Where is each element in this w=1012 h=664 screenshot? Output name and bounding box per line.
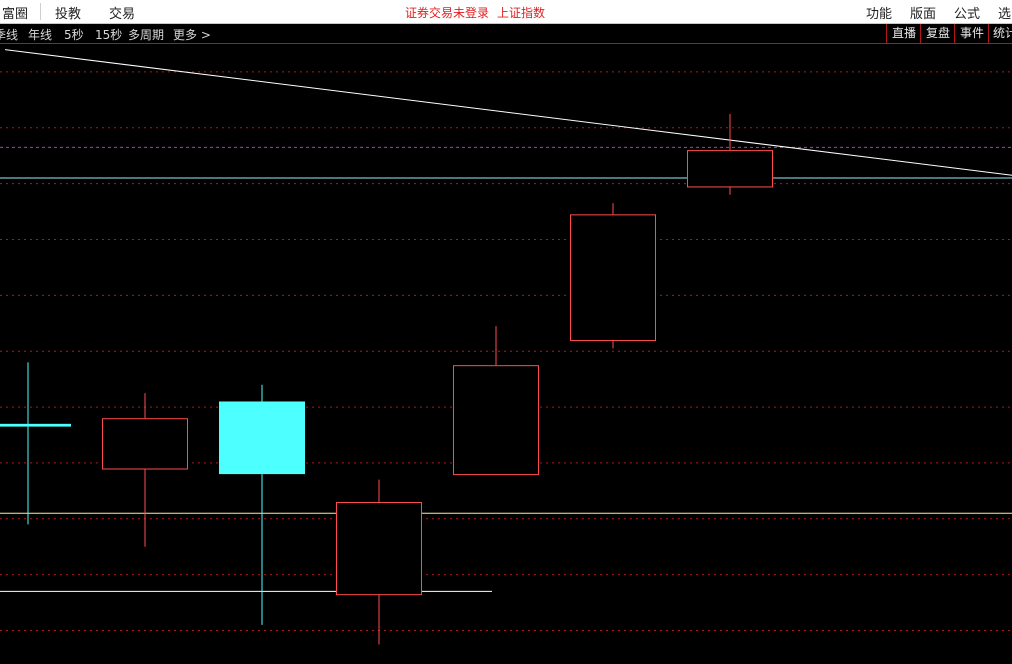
candlestick-chart[interactable] [0,44,1012,664]
trade-login-status[interactable]: 证券交易未登录 [405,4,489,21]
candle-body-up [336,502,422,596]
menu-investor-education[interactable]: 投教 [55,3,81,22]
menu-trade[interactable]: 交易 [109,3,135,22]
events-button[interactable]: 事件 [954,24,989,43]
menu-layout[interactable]: 版面 [910,3,936,22]
period-toolbar: 季线 年线 5秒 15秒 多周期 更多 > 直播 复盘 事件 统计 [0,24,1012,44]
menu-select[interactable]: 选 [998,3,1011,22]
candle-body-up [453,365,539,476]
period-year[interactable]: 年线 [28,26,52,43]
trend-line [4,49,1012,176]
candle-body-down [219,401,305,475]
menu-formula[interactable]: 公式 [954,3,980,22]
brand-label: 富圈 [2,7,29,22]
candle-body-up [570,214,656,342]
candle-body-down [0,423,71,427]
candle-body-up [102,418,188,470]
period-quarter[interactable]: 季线 [0,26,18,43]
period-15s[interactable]: 15秒 [95,26,122,43]
menu-divider [40,3,41,20]
more-label: 更多 [173,28,198,42]
more-periods-button[interactable]: 更多 > [173,26,211,43]
period-5s[interactable]: 5秒 [64,26,84,43]
live-button[interactable]: 直播 [886,24,921,43]
statistics-button[interactable]: 统计 [988,24,1012,43]
review-button[interactable]: 复盘 [920,24,955,43]
candle-body-up [687,150,773,188]
menu-functions[interactable]: 功能 [866,3,892,22]
period-multi[interactable]: 多周期 [128,26,164,43]
index-name-label: 上证指数 [497,6,546,20]
chevron-right-icon: > [197,28,211,42]
top-menu-bar: 富圈 投教 交易 证券交易未登录 上证指数 功能 版面 公式 选 [0,0,1012,24]
